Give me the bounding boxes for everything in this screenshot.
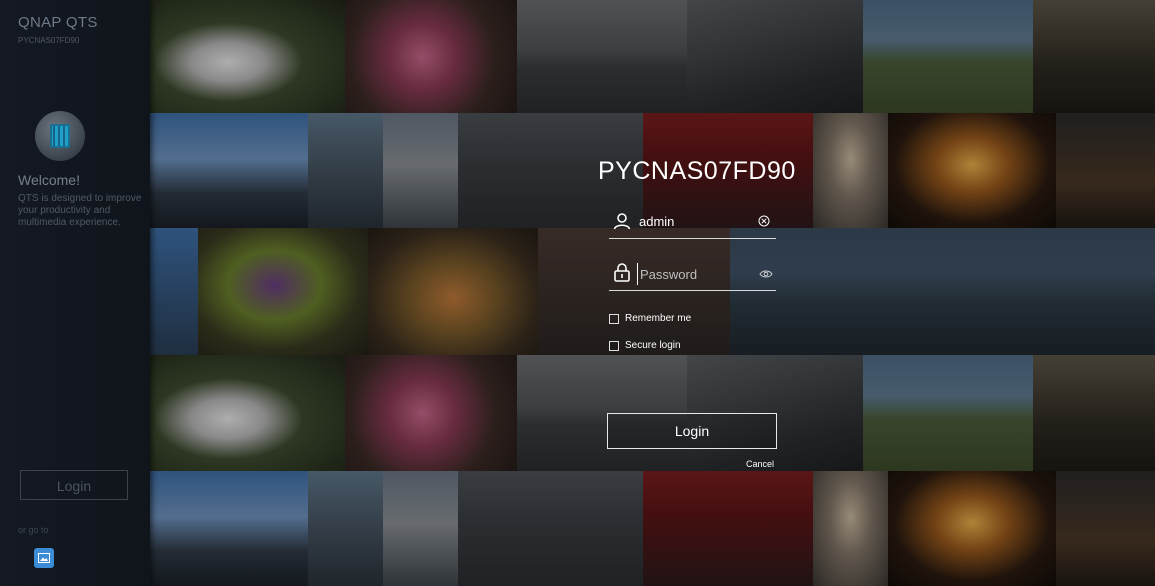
photo-wall [150,0,1155,586]
photo-station-icon[interactable] [34,548,54,568]
secure-login-label: Secure login [625,340,681,351]
remember-me-checkbox[interactable]: Remember me [609,313,691,324]
go-to-label: or go to [18,525,49,535]
checkbox-box[interactable] [609,313,619,324]
brand-name: QNAP QTS [18,14,98,31]
cancel-link[interactable]: Cancel [746,459,774,469]
secure-login-checkbox[interactable]: Secure login [609,340,681,351]
password-input[interactable] [637,263,752,285]
device-name: PYCNAS07FD90 [18,36,80,45]
login-button[interactable]: Login [607,413,777,449]
eye-icon[interactable] [759,266,773,284]
sidebar-login-button[interactable]: Login [20,470,128,500]
lock-icon [613,262,631,287]
password-field[interactable] [609,258,776,291]
wall-dim-overlay [150,0,1155,586]
welcome-title: Welcome! [18,172,80,188]
username-value: admin [639,214,675,229]
clear-icon[interactable] [758,214,770,232]
checkbox-box[interactable] [609,340,619,351]
nas-icon [35,111,85,161]
welcome-text: QTS is designed to improve your producti… [18,193,142,228]
username-field[interactable]: admin [609,208,776,239]
sidebar: QNAP QTS PYCNAS07FD90 Welcome! QTS is de… [0,0,150,586]
user-icon [613,212,631,235]
nas-hostname: PYCNAS07FD90 [598,157,796,185]
remember-me-label: Remember me [625,313,692,324]
